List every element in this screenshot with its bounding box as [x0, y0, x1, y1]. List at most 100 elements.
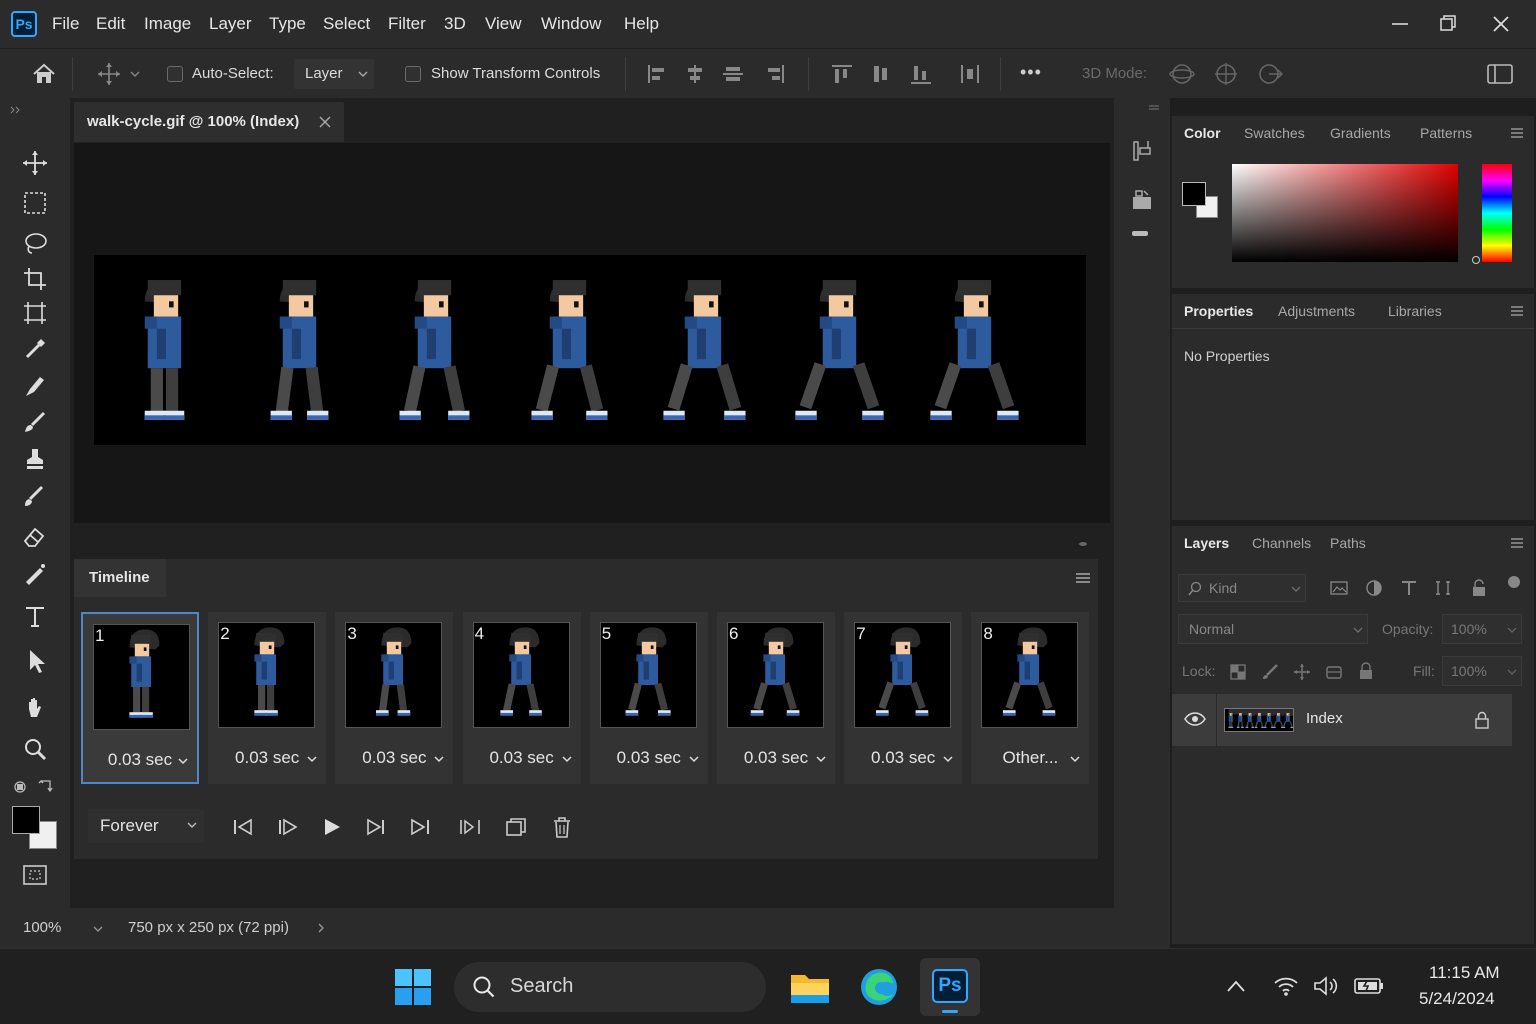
show-transform-checkbox[interactable] — [405, 66, 421, 82]
filter-type-icon[interactable] — [1400, 579, 1418, 597]
taskbar-date[interactable]: 5/24/2024 — [1419, 989, 1495, 1009]
volume-icon[interactable] — [1313, 975, 1341, 997]
menu-window[interactable]: Window — [541, 0, 601, 48]
taskbar-photoshop-button[interactable]: Ps — [920, 958, 980, 1016]
opacity-field[interactable]: 100% — [1442, 614, 1522, 644]
tab-channels[interactable]: Channels — [1252, 526, 1311, 560]
menu-file[interactable]: File — [52, 0, 79, 48]
align-middle-icon[interactable] — [869, 63, 893, 85]
path-selection-icon[interactable] — [18, 648, 52, 678]
duplicate-frame-icon[interactable] — [504, 816, 528, 838]
chevron-down-icon[interactable] — [433, 754, 445, 764]
filter-adjustment-icon[interactable] — [1365, 579, 1383, 597]
layer-row[interactable]: Index — [1172, 694, 1512, 746]
chevron-down-icon[interactable] — [942, 754, 954, 764]
auto-select-dropdown[interactable]: Layer — [294, 59, 374, 89]
tween-icon[interactable] — [458, 816, 482, 838]
timeline-frame[interactable]: 5 0.03 sec — [589, 612, 708, 784]
chevron-up-icon[interactable] — [1226, 979, 1246, 993]
color-field[interactable] — [1232, 164, 1458, 262]
tab-properties[interactable]: Properties — [1184, 294, 1253, 328]
3d-pan-icon[interactable] — [1256, 61, 1284, 87]
menu-filter[interactable]: Filter — [388, 0, 426, 48]
3d-orbit-icon[interactable] — [1168, 61, 1196, 87]
auto-select-checkbox[interactable] — [167, 66, 183, 82]
menu-3d[interactable]: 3D — [444, 0, 466, 48]
3d-roll-icon[interactable] — [1212, 61, 1240, 87]
lock-pixels-icon[interactable] — [1261, 663, 1279, 681]
tab-layers[interactable]: Layers — [1184, 526, 1229, 560]
timeline-frame[interactable]: 6 0.03 sec — [717, 612, 835, 784]
taskbar-time[interactable]: 11:15 AM — [1429, 963, 1500, 983]
move-tool-icon[interactable] — [95, 61, 123, 87]
swap-colors-icon[interactable] — [38, 778, 56, 794]
crop-tool-icon[interactable] — [18, 264, 52, 294]
zoom-tool-icon[interactable] — [18, 734, 52, 764]
more-options-button[interactable]: ••• — [1020, 62, 1042, 83]
lock-artboard-icon[interactable] — [1325, 663, 1343, 681]
wifi-icon[interactable] — [1273, 975, 1299, 997]
filter-smart-object-icon[interactable] — [1470, 579, 1488, 597]
timeline-frame[interactable]: 8 Other... — [971, 612, 1090, 784]
actions-panel-icon[interactable] — [1130, 188, 1154, 212]
lock-all-icon[interactable] — [1357, 662, 1375, 680]
menu-select[interactable]: Select — [323, 0, 370, 48]
chevron-right-icon[interactable] — [316, 922, 326, 934]
document-tab[interactable]: walk-cycle.gif @ 100% (Index) — [74, 102, 344, 142]
edge-browser-icon[interactable] — [860, 968, 898, 1006]
blend-mode-dropdown[interactable]: Normal — [1178, 614, 1368, 644]
screen-mode-icon[interactable] — [18, 860, 52, 890]
reset-colors-icon[interactable] — [12, 778, 28, 794]
restore-icon[interactable] — [1434, 10, 1462, 38]
lock-transparent-icon[interactable] — [1229, 663, 1247, 681]
resize-grip-icon[interactable] — [1078, 541, 1088, 547]
brush-tool-icon[interactable] — [18, 408, 52, 438]
windows-start-icon[interactable] — [395, 969, 431, 1005]
align-top-icon[interactable] — [830, 63, 854, 85]
align-right-icon[interactable] — [763, 63, 787, 85]
marquee-tool-icon[interactable] — [18, 188, 52, 218]
file-explorer-icon[interactable] — [790, 969, 830, 1005]
chevron-down-icon[interactable] — [561, 754, 573, 764]
align-hcenter-icon[interactable] — [683, 63, 707, 85]
filter-pixel-icon[interactable] — [1330, 580, 1348, 596]
distribute-icon[interactable] — [958, 63, 982, 85]
menu-type[interactable]: Type — [269, 0, 306, 48]
filter-toggle-icon[interactable] — [1508, 576, 1520, 588]
timeline-frame[interactable]: 4 0.03 sec — [462, 612, 581, 784]
foreground-color-swatch[interactable] — [1182, 182, 1206, 206]
tab-paths[interactable]: Paths — [1330, 526, 1366, 560]
close-tab-icon[interactable] — [318, 115, 332, 129]
timeline-frame[interactable]: 3 0.03 sec — [335, 612, 454, 784]
filter-shape-icon[interactable] — [1434, 579, 1452, 597]
home-icon[interactable] — [31, 61, 57, 87]
timeline-frame[interactable]: 1 0.03 sec — [81, 612, 199, 784]
align-vcenter-icon[interactable] — [721, 63, 745, 85]
timeline-tab[interactable]: Timeline — [74, 559, 166, 597]
collapse-icon[interactable] — [10, 106, 22, 114]
lasso-tool-icon[interactable] — [18, 228, 52, 258]
eraser-tool-icon[interactable] — [18, 522, 52, 552]
workspace-icon[interactable] — [1486, 61, 1514, 87]
menu-edit[interactable]: Edit — [96, 0, 125, 48]
next-frame-icon[interactable] — [364, 816, 388, 838]
move-tool-icon[interactable] — [18, 148, 52, 178]
delete-frame-icon[interactable] — [550, 816, 574, 838]
menu-view[interactable]: View — [485, 0, 522, 48]
layer-filter-dropdown[interactable]: Kind — [1178, 574, 1306, 602]
clone-stamp-icon[interactable] — [18, 444, 52, 474]
loop-options-dropdown[interactable]: Forever — [88, 809, 204, 843]
hand-tool-icon[interactable] — [18, 694, 52, 724]
play-icon[interactable] — [320, 816, 344, 838]
zoom-level[interactable]: 100% — [23, 919, 61, 936]
eyedropper-tool-icon[interactable] — [18, 334, 52, 364]
menu-layer[interactable]: Layer — [209, 0, 252, 48]
timeline-frame[interactable]: 7 0.03 sec — [844, 612, 963, 784]
panel-menu-icon[interactable] — [1510, 127, 1524, 139]
previous-frame-icon[interactable] — [275, 816, 299, 838]
collapse-icon[interactable] — [1148, 104, 1160, 112]
first-frame-icon[interactable] — [231, 816, 255, 838]
gradient-tool-icon[interactable] — [18, 560, 52, 590]
fill-field[interactable]: 100% — [1442, 656, 1522, 686]
menu-image[interactable]: Image — [144, 0, 191, 48]
